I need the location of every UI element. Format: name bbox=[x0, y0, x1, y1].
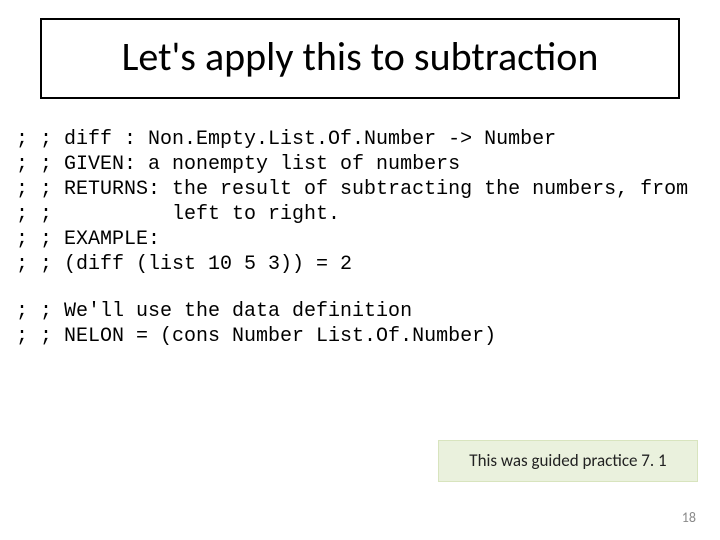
code-block-1: ; ; diff : Non.Empty.List.Of.Number -> N… bbox=[16, 127, 698, 277]
code-block-2: ; ; We'll use the data definition ; ; NE… bbox=[16, 299, 698, 349]
page-number: 18 bbox=[682, 509, 696, 526]
slide: Let's apply this to subtraction ; ; diff… bbox=[0, 0, 720, 540]
page-title: Let's apply this to subtraction bbox=[66, 32, 654, 81]
callout-box: This was guided practice 7. 1 bbox=[438, 440, 698, 482]
title-box: Let's apply this to subtraction bbox=[40, 18, 680, 99]
